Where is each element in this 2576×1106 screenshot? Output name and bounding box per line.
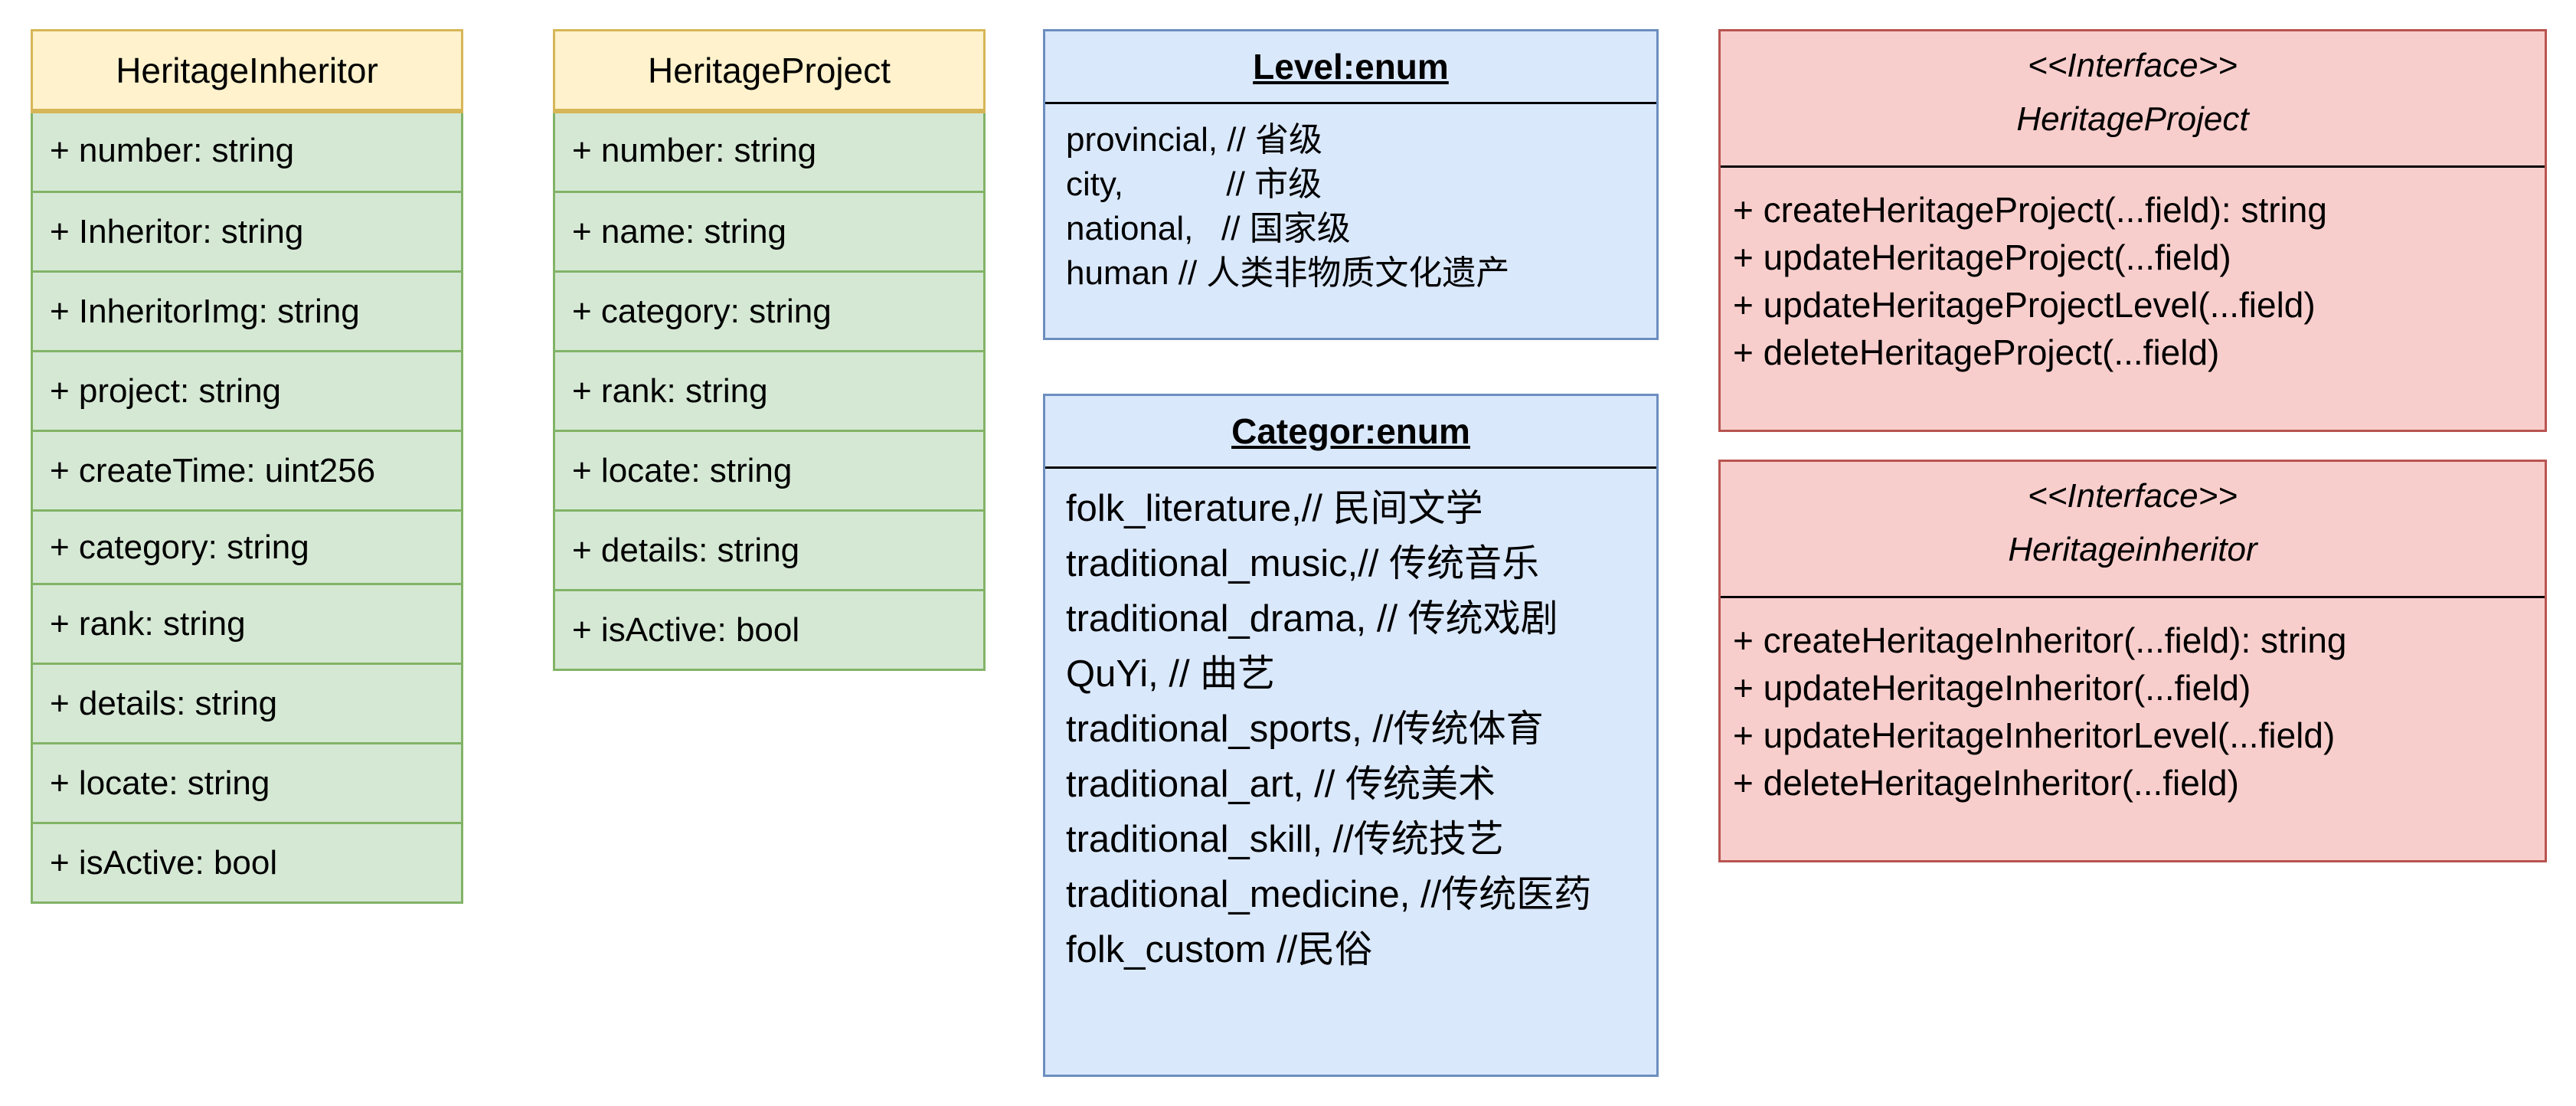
enum-category: Categor:enum folk_literature,// 民间文学 trad…	[1043, 394, 1659, 1077]
interface-method: + updateHeritageInheritorLevel(...field)	[1733, 715, 2336, 755]
attribute-row: + rank: string	[33, 583, 461, 663]
enum-value: folk_custom //民俗	[1066, 929, 1373, 970]
interface-method: + updateHeritageInheritor(...field)	[1733, 668, 2251, 708]
class-name: HeritageProject	[555, 31, 983, 111]
interface-stereotype: <<Interface>>	[2028, 47, 2238, 84]
interface-method: + updateHeritageProject(...field)	[1733, 237, 2231, 277]
interface-method: + deleteHeritageInheritor(...field)	[1733, 763, 2239, 803]
interface-heritage-project: <<Interface>> HeritageProject + createHe…	[1718, 29, 2547, 432]
class-heritage-inheritor: HeritageInheritor + number: string + Inhe…	[31, 29, 463, 904]
class-name: HeritageInheritor	[33, 31, 461, 111]
attribute-row: + number: string	[50, 132, 295, 169]
enum-value: traditional_art, // 传统美术	[1066, 764, 1496, 805]
interface-method: + deleteHeritageProject(...field)	[1733, 332, 2220, 372]
attribute-row: + isActive: bool	[33, 822, 461, 901]
attribute-row: + locate: string	[33, 742, 461, 822]
attribute-row: + name: string	[555, 191, 983, 270]
enum-value: traditional_sports, //传统体育	[1066, 708, 1544, 750]
interface-name: Heritageinheritor	[2008, 531, 2257, 568]
interface-heritage-inheritor: <<Interface>> Heritageinheritor + create…	[1718, 460, 2547, 862]
enum-value: human // 人类非物质文化遗产	[1066, 254, 1510, 292]
enum-value: national, // 国家级	[1066, 210, 1351, 247]
interface-method: + createHeritageProject(...field): strin…	[1733, 190, 2327, 230]
attribute-row: + number: string	[572, 132, 817, 169]
enum-value: QuYi, // 曲艺	[1066, 653, 1276, 695]
enum-title: Level:enum	[1045, 31, 1656, 104]
attribute-row: + isActive: bool	[555, 589, 983, 669]
attribute-row: + details: string	[555, 509, 983, 589]
attribute-row: + category: string	[555, 270, 983, 350]
attribute-row: + rank: string	[555, 350, 983, 430]
attribute-row: + details: string	[33, 663, 461, 742]
attribute-row: + InheritorImg: string	[33, 270, 461, 350]
enum-value: city, // 市级	[1066, 165, 1322, 203]
interface-stereotype: <<Interface>>	[2028, 477, 2238, 515]
attribute-row: + locate: string	[555, 430, 983, 509]
attribute-row: + project: string	[33, 350, 461, 430]
interface-method: + updateHeritageProjectLevel(...field)	[1733, 285, 2316, 325]
interface-header: <<Interface>> HeritageProject	[1721, 31, 2545, 168]
attribute-row: + createTime: uint256	[33, 430, 461, 509]
enum-value: traditional_medicine, //传统医药	[1066, 874, 1592, 915]
enum-value: traditional_skill, //传统技艺	[1066, 819, 1504, 860]
enum-value: traditional_drama, // 传统戏剧	[1066, 598, 1558, 640]
attribute-row: + category: string	[33, 509, 461, 583]
class-heritage-project: HeritageProject + number: string + name: …	[553, 29, 986, 671]
enum-level: Level:enum provincial, // 省级 city, // 市级 n…	[1043, 29, 1659, 340]
enum-title: Categor:enum	[1045, 396, 1656, 469]
enum-value: provincial, // 省级	[1066, 121, 1322, 159]
enum-value: folk_literature,// 民间文学	[1066, 488, 1483, 529]
interface-method: + createHeritageInheritor(...field): str…	[1733, 620, 2347, 660]
interface-header: <<Interface>> Heritageinheritor	[1721, 462, 2545, 598]
attribute-row: + Inheritor: string	[33, 191, 461, 270]
enum-value: traditional_music,// 传统音乐	[1066, 543, 1540, 584]
interface-name: HeritageProject	[2016, 100, 2249, 138]
